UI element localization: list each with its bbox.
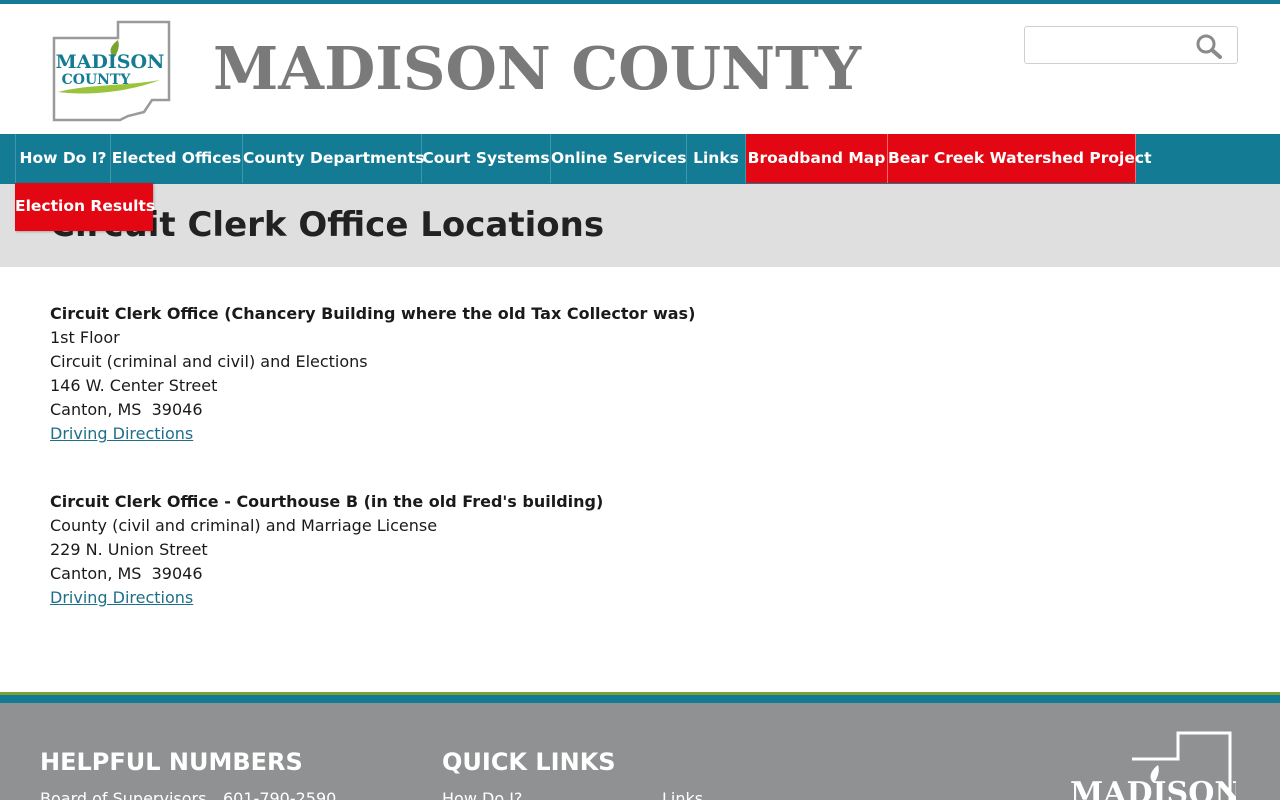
search-icon (1196, 34, 1222, 59)
location-detail: Circuit (criminal and civil) and Electio… (50, 352, 368, 371)
footer-accent-teal (0, 695, 1280, 703)
footer-logo-icon: MADISON (1070, 731, 1236, 803)
nav-item-court-systems[interactable]: Court Systems (422, 134, 551, 183)
location-city: Canton, MS 39046 (50, 400, 203, 419)
site-header: MADISON COUNTY MADISON COUNTY (0, 4, 1280, 134)
location-block: Circuit Clerk Office (Chancery Building … (50, 302, 950, 446)
nav-item-county-departments[interactable]: County Departments (243, 134, 424, 183)
location-city: Canton, MS 39046 (50, 564, 203, 583)
nav-item-links[interactable]: Links (687, 134, 746, 183)
site-title: MADISON COUNTY (213, 34, 862, 103)
helpful-numbers-heading: HELPFUL NUMBERS (40, 748, 303, 776)
county-map-logo-icon: MADISON COUNTY (52, 20, 171, 122)
nav-item-online-services[interactable]: Online Services (551, 134, 687, 183)
nav-item-elected-offices[interactable]: Elected Offices (111, 134, 243, 183)
driving-directions-link[interactable]: Driving Directions (50, 424, 193, 443)
footer-logo-text: MADISON (1070, 776, 1236, 803)
driving-directions-link[interactable]: Driving Directions (50, 588, 193, 607)
search-input[interactable] (1031, 33, 1195, 59)
main-content: Circuit Clerk Office (Chancery Building … (50, 302, 950, 654)
nav-item-bear-creek-watershed[interactable]: Bear Creek Watershed Project (888, 134, 1152, 183)
search-button[interactable] (1195, 33, 1223, 59)
quick-link-how-do-i[interactable]: How Do I? (442, 789, 522, 809)
quick-link-links[interactable]: Links (662, 789, 703, 809)
location-block: Circuit Clerk Office - Courthouse B (in … (50, 490, 950, 610)
county-logo[interactable]: MADISON COUNTY (48, 20, 172, 124)
location-name: Circuit Clerk Office - Courthouse B (in … (50, 492, 604, 511)
main-nav: How Do I? Elected Offices County Departm… (0, 134, 1280, 184)
site-footer: HELPFUL NUMBERS Board of Supervisors 601… (0, 703, 1280, 808)
nav-item-election-results[interactable]: Election Results (15, 183, 155, 231)
location-address: 229 N. Union Street (50, 540, 208, 559)
nav-item-broadband-map[interactable]: Broadband Map (746, 134, 888, 183)
quick-links-heading: QUICK LINKS (442, 748, 616, 776)
nav-item-how-do-i[interactable]: How Do I? (15, 134, 111, 183)
search-box (1024, 26, 1238, 64)
location-address: 146 W. Center Street (50, 376, 218, 395)
helpful-number-label: Board of Supervisors (40, 789, 207, 808)
location-detail: 1st Floor (50, 328, 120, 347)
helpful-number-value[interactable]: 601-790-2590 (223, 789, 336, 809)
location-detail: County (civil and criminal) and Marriage… (50, 516, 438, 535)
logo-text-madison: MADISON (56, 51, 165, 73)
location-name: Circuit Clerk Office (Chancery Building … (50, 304, 696, 323)
